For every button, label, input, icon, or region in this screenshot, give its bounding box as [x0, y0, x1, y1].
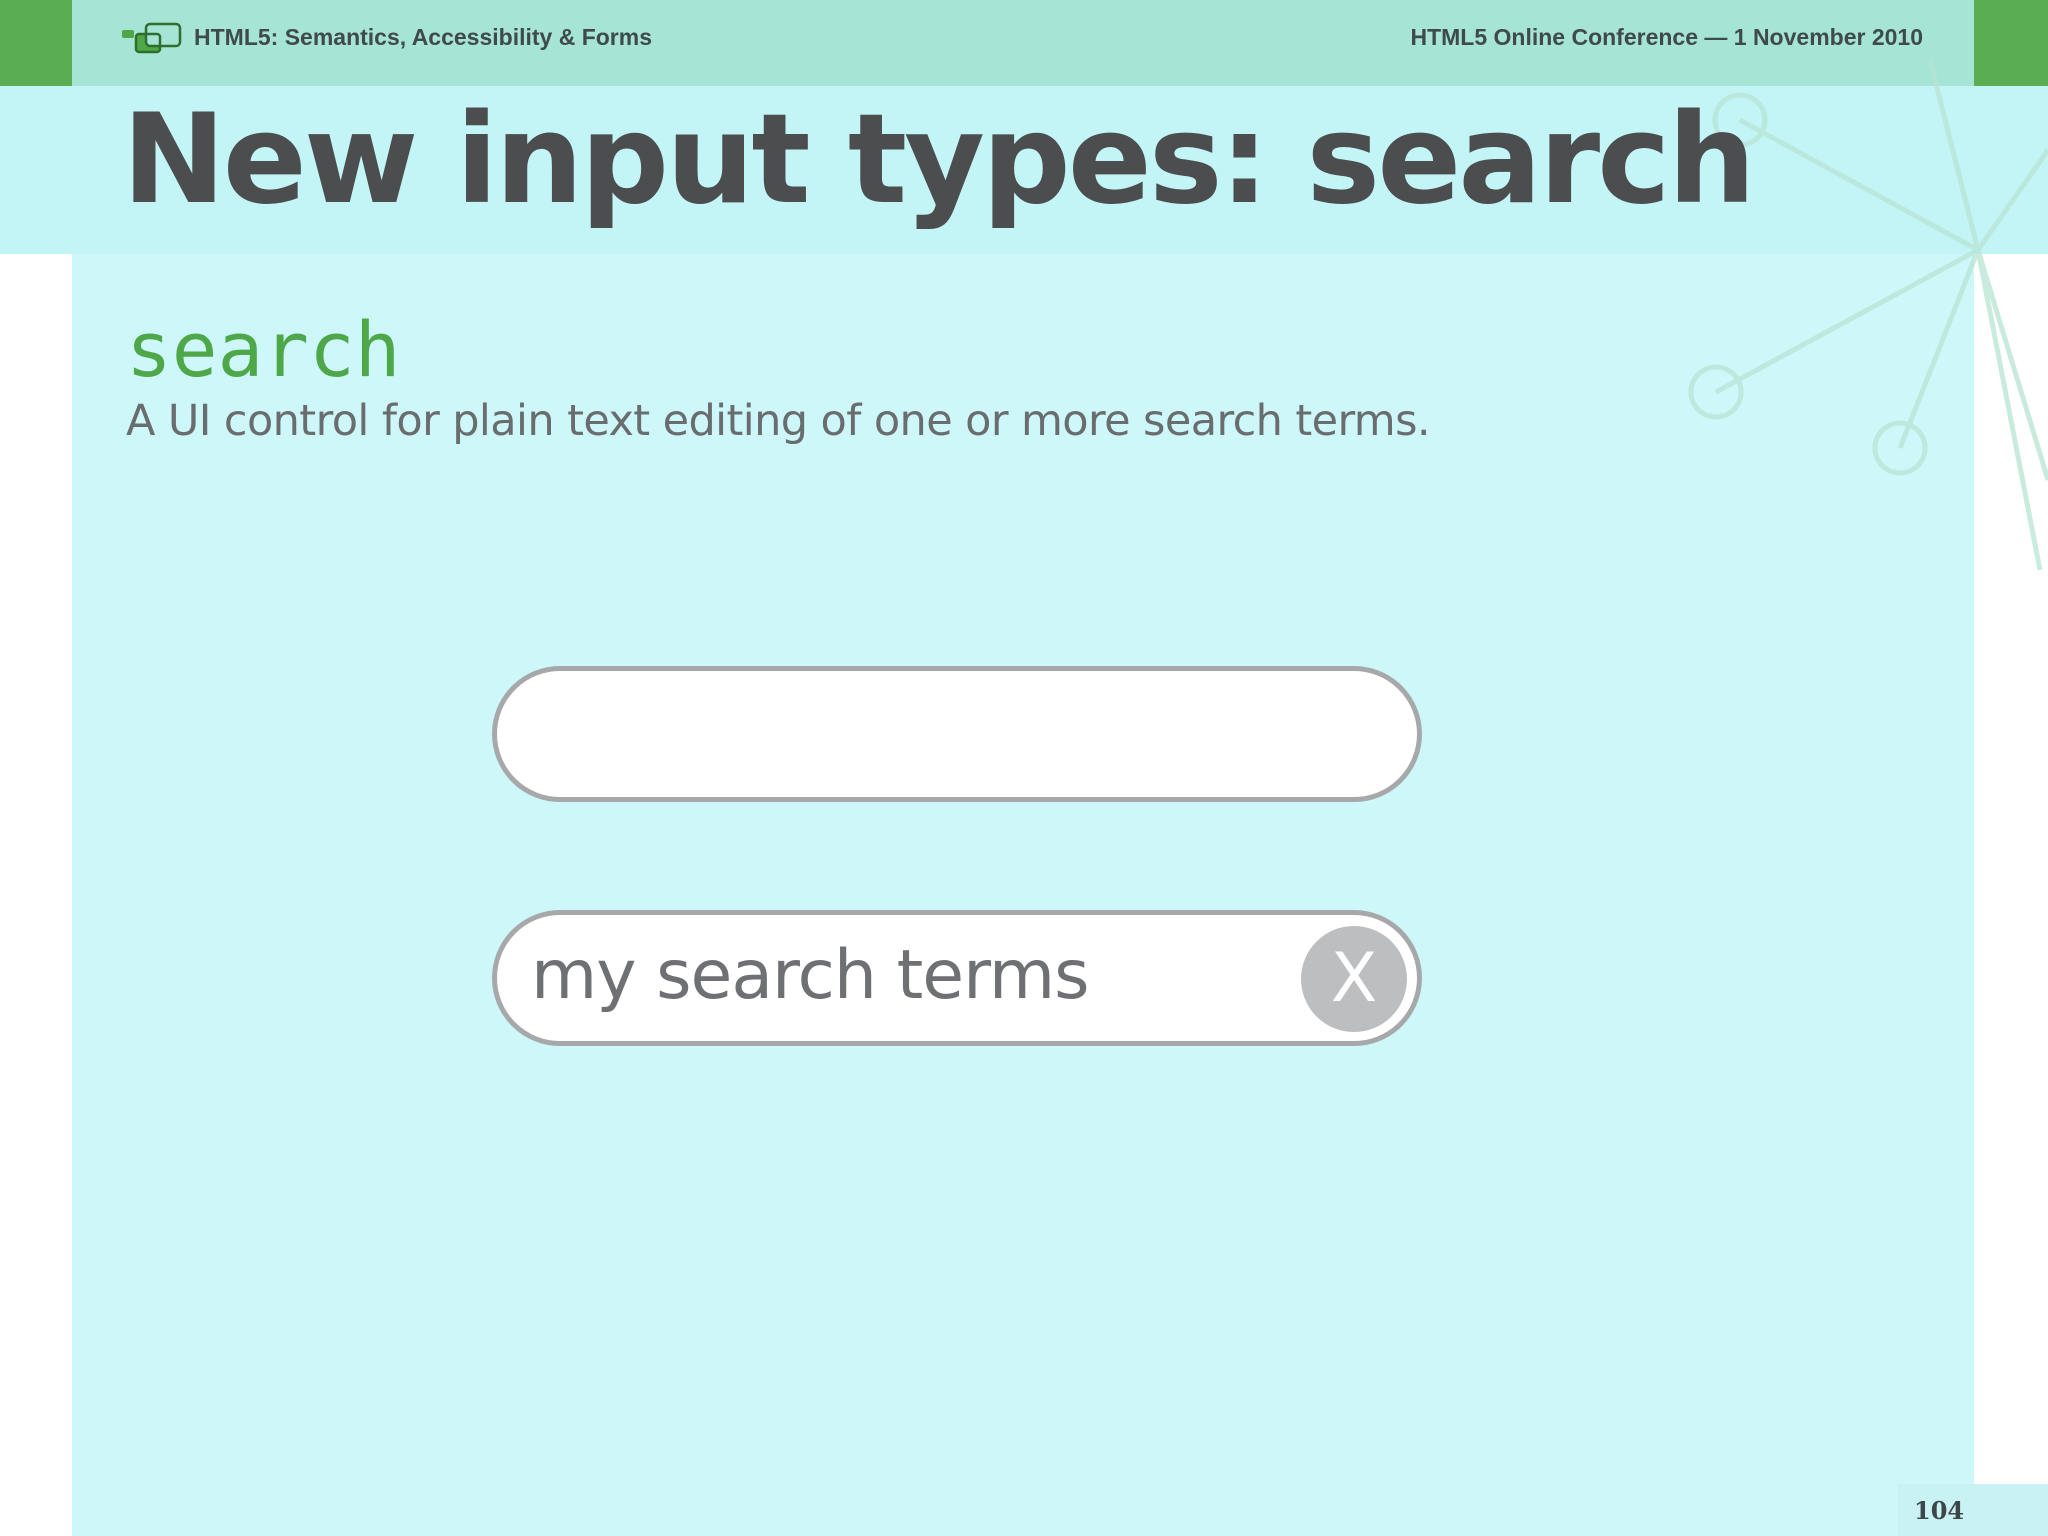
search-input-value: my search terms — [531, 936, 1090, 1015]
slide-title: New input types: search — [122, 88, 1756, 232]
input-type-description: A UI control for plain text editing of o… — [126, 396, 1431, 446]
presentation-title: HTML5: Semantics, Accessibility & Forms — [194, 24, 653, 50]
conference-logo-icon — [122, 22, 182, 54]
clear-x-icon: X — [1330, 939, 1378, 1018]
empty-search-input[interactable] — [492, 666, 1422, 802]
conference-info: HTML5 Online Conference — 1 November 201… — [1410, 24, 1923, 50]
input-type-term: search — [126, 305, 401, 394]
clear-search-button[interactable]: X — [1301, 926, 1407, 1032]
page-number: 104 — [1914, 1496, 1965, 1525]
filled-search-input[interactable]: my search terms X — [492, 910, 1422, 1046]
header-right-accent — [1974, 0, 2048, 86]
header-left-accent — [0, 0, 72, 86]
